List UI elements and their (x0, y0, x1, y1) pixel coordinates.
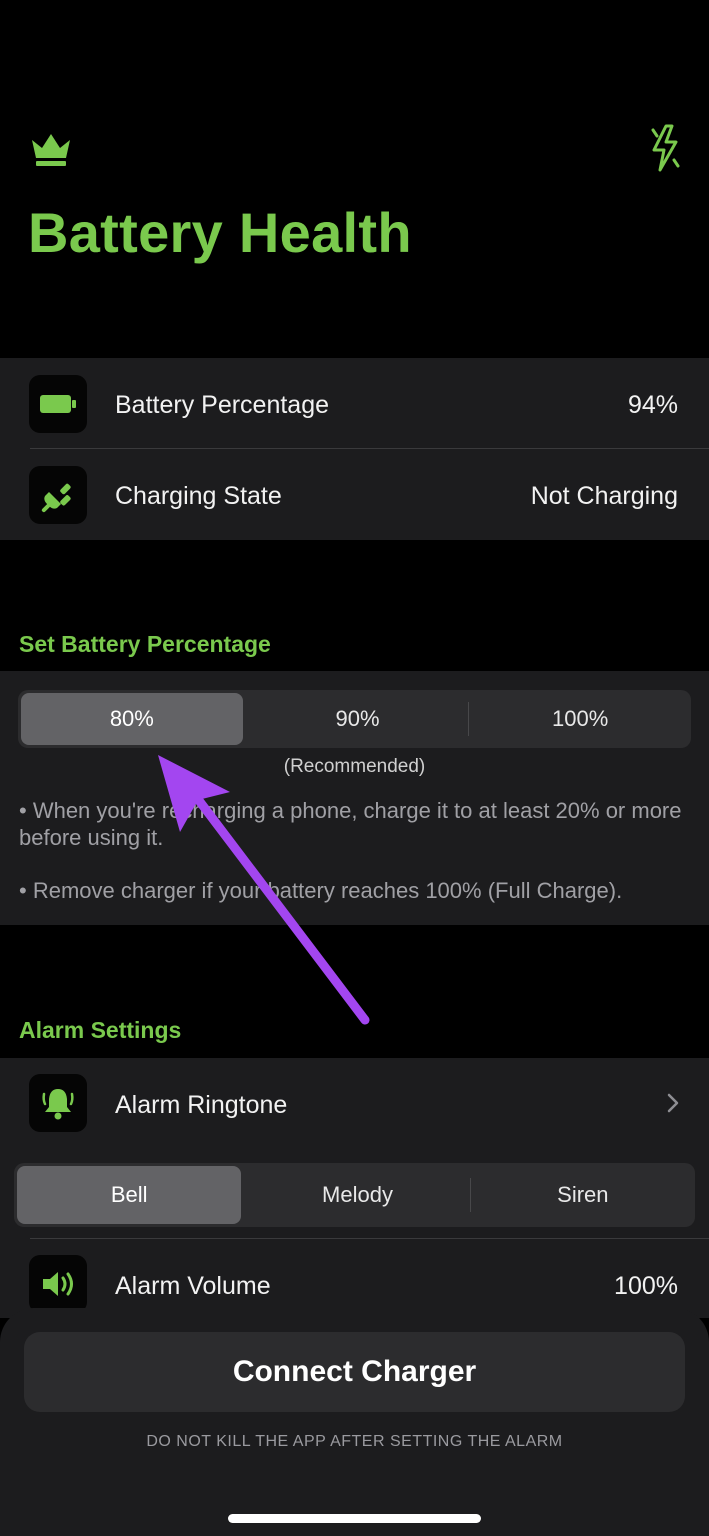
crown-icon[interactable] (28, 128, 74, 168)
recommended-label: (Recommended) (283, 756, 426, 777)
bolt-icon[interactable] (648, 124, 682, 172)
charging-tip-note: • When you're recharging a phone, charge… (19, 798, 682, 850)
page-title: Battery Health (28, 201, 412, 264)
ringtone-bell[interactable]: Bell (17, 1166, 242, 1224)
alarm-ringtone-row[interactable]: Alarm Ringtone (0, 1058, 709, 1148)
battery-icon (40, 395, 76, 413)
option-80[interactable]: 80% (21, 693, 243, 745)
remove-charger-note: • Remove charger if your battery reaches… (19, 878, 623, 903)
home-indicator[interactable] (228, 1514, 481, 1523)
battery-percentage-selector[interactable]: 80% 90% 100% (18, 690, 691, 748)
ringtone-siren[interactable]: Siren (471, 1163, 695, 1227)
option-100[interactable]: 100% (469, 690, 691, 748)
option-90[interactable]: 90% (247, 690, 469, 748)
bottom-panel: Connect Charger DO NOT KILL THE APP AFTE… (0, 1308, 709, 1536)
bell-icon (42, 1089, 74, 1120)
set-battery-percentage-header: Set Battery Percentage (19, 631, 271, 657)
speaker-icon (43, 1272, 73, 1296)
battery-status-card: Battery Percentage 94% Charging State No… (0, 358, 709, 540)
connect-charger-button[interactable]: Connect Charger (24, 1332, 685, 1412)
alarm-volume-label: Alarm Volume (115, 1272, 271, 1300)
ringtone-melody[interactable]: Melody (245, 1163, 469, 1227)
chevron-right-icon (667, 1093, 679, 1113)
battery-percentage-value: 94% (627, 391, 678, 419)
ringtone-selector[interactable]: Bell Melody Siren (14, 1163, 695, 1227)
speaker-icon-box (29, 1255, 87, 1313)
alarm-ringtone-label: Alarm Ringtone (115, 1091, 288, 1119)
charging-state-value: Not Charging (530, 482, 678, 510)
charging-state-row: Charging State Not Charging (0, 449, 709, 539)
plug-icon (41, 483, 71, 513)
charging-state-label: Charging State (115, 482, 282, 510)
battery-percentage-row: Battery Percentage 94% (0, 358, 709, 448)
battery-icon-box (29, 375, 87, 433)
alarm-volume-value: 100% (614, 1272, 678, 1300)
battery-percentage-label: Battery Percentage (115, 391, 330, 419)
alarm-settings-card: Alarm Ringtone Bell Melody Siren Alarm V… (0, 1058, 709, 1318)
set-battery-card: 80% 90% 100% (Recommended) • When you're… (0, 671, 709, 925)
footer-warning: DO NOT KILL THE APP AFTER SETTING THE AL… (146, 1433, 563, 1450)
plug-icon-box (29, 466, 87, 524)
alarm-settings-header: Alarm Settings (19, 1017, 182, 1043)
bell-icon-box (29, 1074, 87, 1132)
